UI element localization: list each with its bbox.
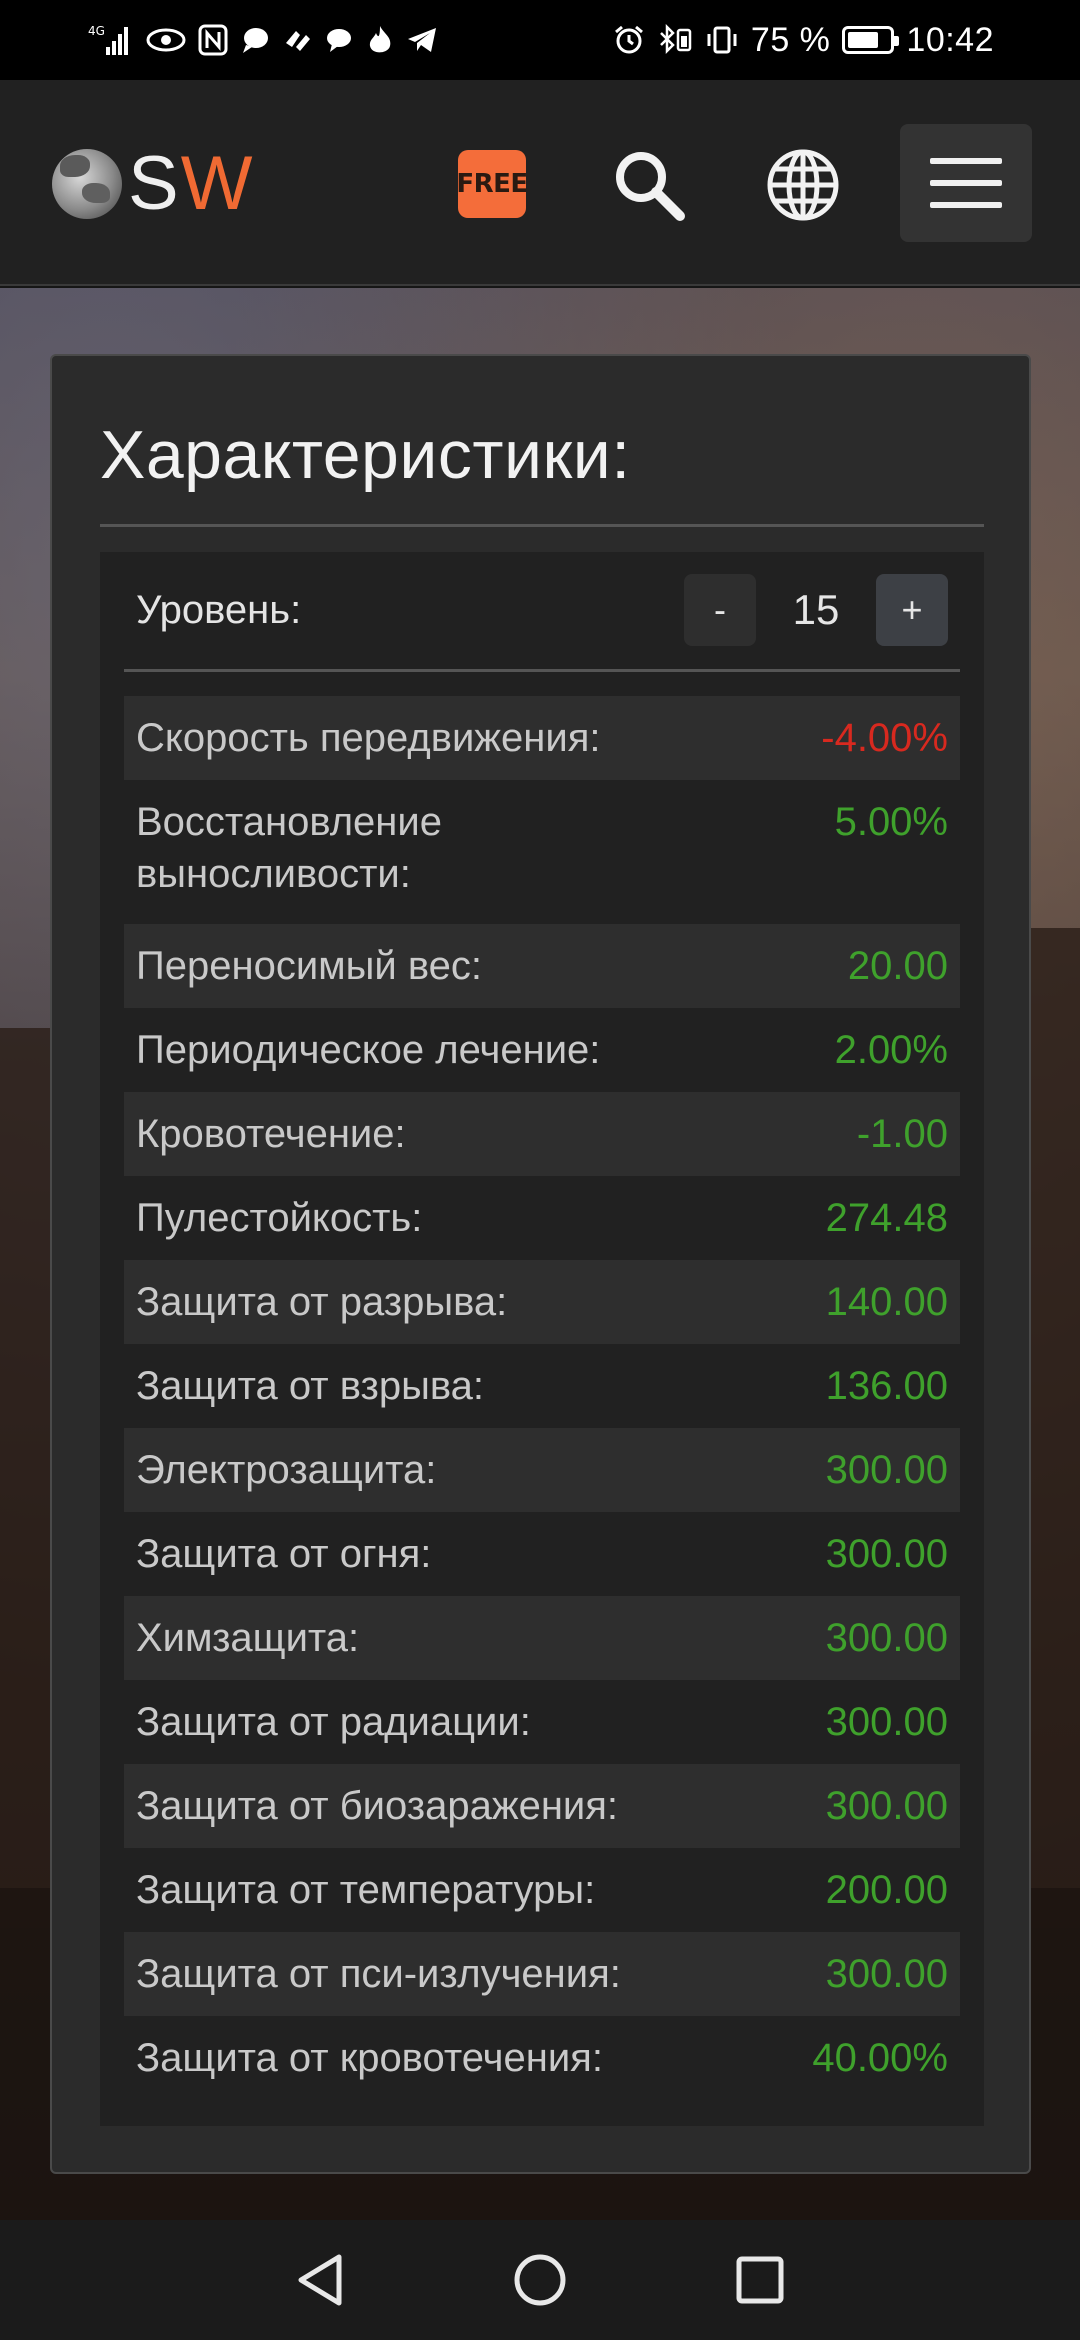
level-stepper: - 15 + xyxy=(684,574,948,646)
stat-row-psi-protection: Защита от пси-излучения: 300.00 xyxy=(124,1932,960,2016)
telegram-icon xyxy=(406,20,438,60)
stat-value: 300.00 xyxy=(825,1616,948,1660)
system-nav-bar xyxy=(0,2220,1080,2340)
stat-label: Защита от пси-излучения: xyxy=(136,1952,621,1996)
chat-icon xyxy=(240,20,270,60)
home-icon xyxy=(514,2254,566,2306)
status-left: 4G xyxy=(88,20,438,60)
search-icon xyxy=(616,152,685,221)
language-button[interactable] xyxy=(758,140,848,230)
card-title: Характеристики: xyxy=(100,417,631,493)
stat-row-radiation-protection: Защита от радиации: 300.00 xyxy=(124,1680,960,1764)
stat-row-fire-protection: Защита от огня: 300.00 xyxy=(124,1512,960,1596)
stat-value: -4.00% xyxy=(821,716,948,760)
clock: 10:42 xyxy=(906,20,994,59)
stat-row-bleeding-protection: Защита от кровотечения: 40.00% xyxy=(124,2016,960,2100)
stat-value: 140.00 xyxy=(825,1280,948,1324)
stat-value: 200.00 xyxy=(825,1868,948,1912)
stat-value: 5.00% xyxy=(834,800,948,844)
free-badge-button[interactable]: FREE xyxy=(456,150,528,218)
stat-value: 300.00 xyxy=(825,1700,948,1744)
back-button[interactable] xyxy=(285,2245,355,2315)
stat-label: Пулестойкость: xyxy=(136,1196,423,1240)
network-type: 4G xyxy=(88,24,105,38)
status-right: 75 % 10:42 xyxy=(613,20,994,60)
stat-row-bio-protection: Защита от биозаражения: 300.00 xyxy=(124,1764,960,1848)
stat-label: Восстановление выносливости: xyxy=(136,800,442,896)
characteristics-card: Характеристики: Уровень: - 15 + Скорость… xyxy=(50,354,1031,2174)
flame-icon xyxy=(366,20,394,60)
eye-icon xyxy=(146,20,186,60)
stat-value: 20.00 xyxy=(847,944,948,988)
stat-value: 40.00% xyxy=(812,2036,948,2080)
stat-list: Скорость передвижения: -4.00% Восстановл… xyxy=(124,696,960,2100)
title-divider xyxy=(100,524,984,527)
stat-label: Защита от радиации: xyxy=(136,1700,531,1744)
stat-row-stamina-regen: Восстановление выносливости: 5.00% xyxy=(124,780,960,924)
recents-button[interactable] xyxy=(725,2245,795,2315)
battery-icon xyxy=(842,26,900,54)
logo-letter-w: W xyxy=(180,141,253,226)
stat-row-movement-speed: Скорость передвижения: -4.00% xyxy=(124,696,960,780)
message-icon xyxy=(324,20,354,60)
site-logo[interactable]: S W xyxy=(52,144,252,224)
nfc-icon xyxy=(198,20,228,60)
stat-row-bleeding: Кровотечение: -1.00 xyxy=(124,1092,960,1176)
stat-row-bullet-resistance: Пулестойкость: 274.48 xyxy=(124,1176,960,1260)
signal-icon: 4G xyxy=(88,20,134,60)
stat-label: Защита от огня: xyxy=(136,1532,432,1576)
search-button[interactable] xyxy=(604,140,694,230)
stat-value: 136.00 xyxy=(825,1364,948,1408)
level-value: 15 xyxy=(792,586,840,633)
stat-row-periodic-healing: Периодическое лечение: 2.00% xyxy=(124,1008,960,1092)
level-row: Уровень: - 15 + xyxy=(124,552,960,672)
level-decrease-button[interactable]: - xyxy=(684,574,756,646)
stat-label: Защита от биозаражения: xyxy=(136,1784,619,1828)
alarm-icon xyxy=(613,20,645,60)
stat-row-explosion-protection: Защита от взрыва: 136.00 xyxy=(124,1344,960,1428)
stat-label: Периодическое лечение: xyxy=(136,1028,601,1072)
battery-percent: 75 % xyxy=(750,20,831,59)
stat-row-temperature-protection: Защита от температуры: 200.00 xyxy=(124,1848,960,1932)
stat-value: 300.00 xyxy=(825,1952,948,1996)
stat-label: Переносимый вес: xyxy=(136,944,483,988)
stat-label: Химзащита: xyxy=(136,1616,360,1660)
stat-value: 300.00 xyxy=(825,1532,948,1576)
stat-row-carry-weight: Переносимый вес: 20.00 xyxy=(124,924,960,1008)
back-icon xyxy=(298,2254,342,2306)
stat-value: 274.48 xyxy=(825,1196,948,1240)
stat-row-chemical-protection: Химзащита: 300.00 xyxy=(124,1596,960,1680)
recents-icon xyxy=(736,2256,784,2304)
home-button[interactable] xyxy=(505,2245,575,2315)
logo-globe-icon xyxy=(52,149,122,219)
stat-label: Скорость передвижения: xyxy=(136,716,601,760)
bluetooth-icon xyxy=(657,20,693,60)
globe-icon xyxy=(767,149,839,221)
stat-label: Защита от температуры: xyxy=(136,1868,596,1912)
menu-icon xyxy=(930,158,1002,208)
menu-button[interactable] xyxy=(900,124,1032,242)
level-increase-button[interactable]: + xyxy=(876,574,948,646)
status-bar: 4G 75 % 10:42 xyxy=(0,0,1080,80)
level-label: Уровень: xyxy=(136,588,302,632)
stat-row-rupture-protection: Защита от разрыва: 140.00 xyxy=(124,1260,960,1344)
stat-value: 300.00 xyxy=(825,1448,948,1492)
stat-label: Защита от разрыва: xyxy=(136,1280,508,1324)
stat-label: Защита от кровотечения: xyxy=(136,2036,603,2080)
app-icon xyxy=(282,20,312,60)
stat-label: Электрозащита: xyxy=(136,1448,437,1492)
logo-letter-s: S xyxy=(128,141,179,226)
stat-label: Кровотечение: xyxy=(136,1112,406,1156)
stats-panel: Уровень: - 15 + Скорость передвижения: -… xyxy=(100,552,984,2126)
stat-value: 2.00% xyxy=(834,1028,948,1072)
stat-label: Защита от взрыва: xyxy=(136,1364,484,1408)
stat-value: -1.00 xyxy=(856,1112,948,1156)
stat-value: 300.00 xyxy=(825,1784,948,1828)
vibrate-icon xyxy=(705,20,739,60)
stat-row-electro-protection: Электрозащита: 300.00 xyxy=(124,1428,960,1512)
